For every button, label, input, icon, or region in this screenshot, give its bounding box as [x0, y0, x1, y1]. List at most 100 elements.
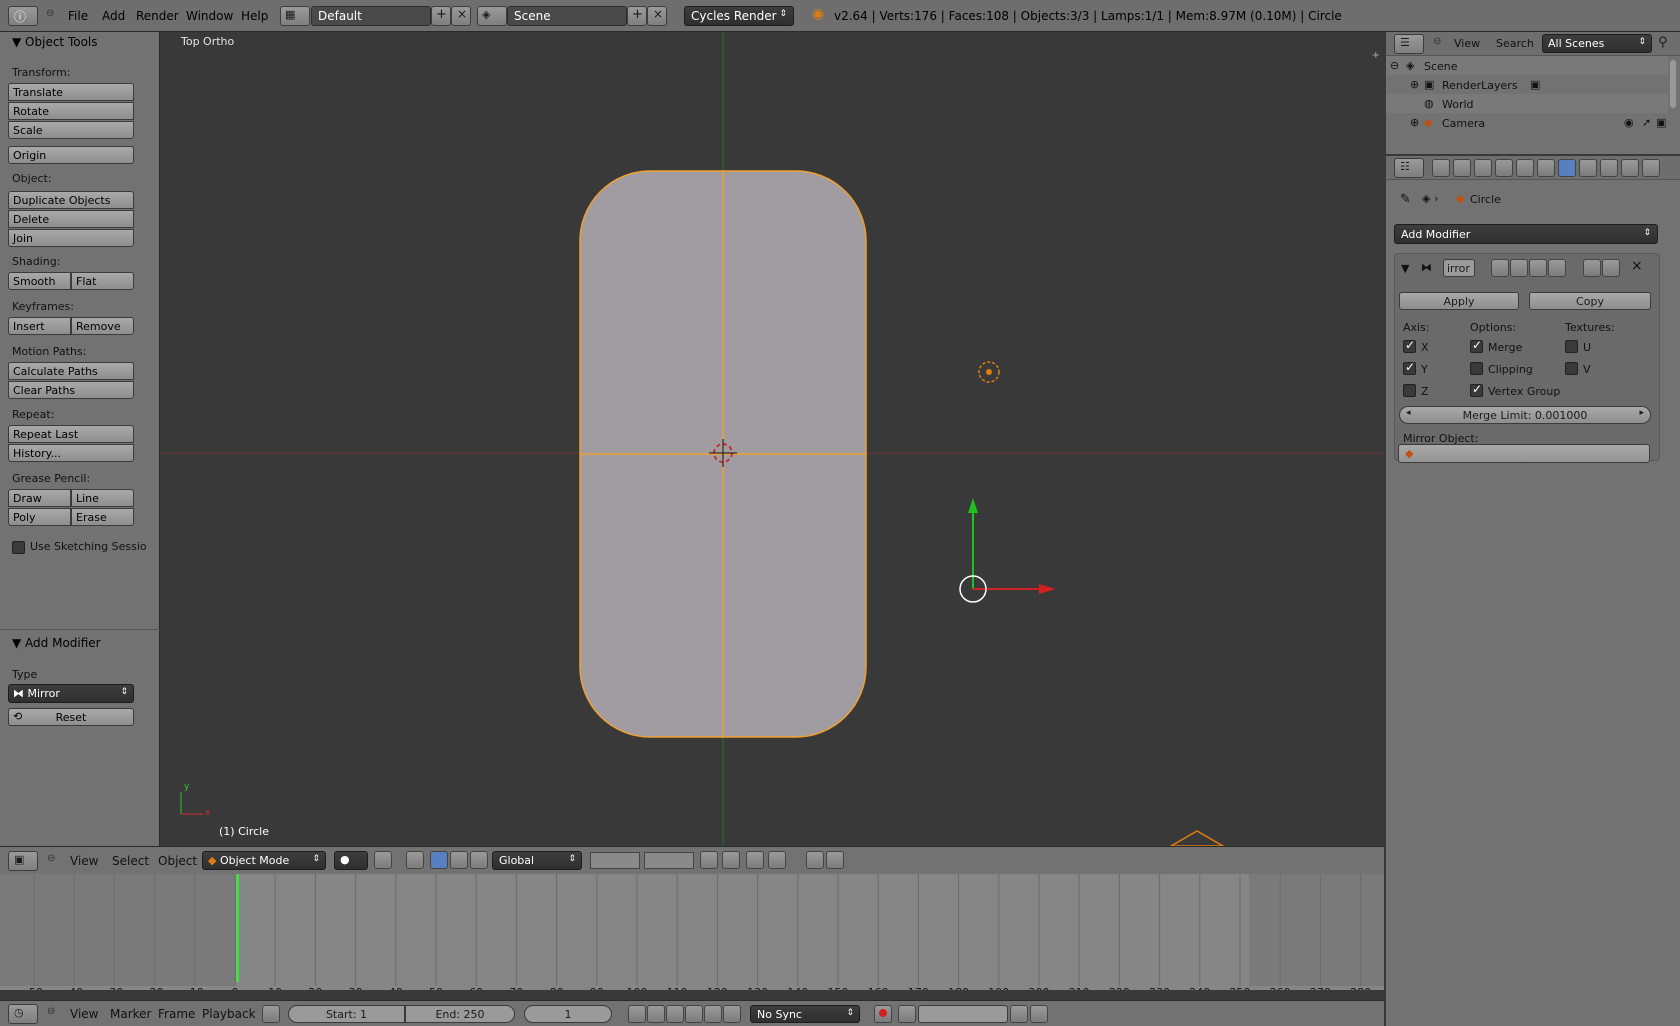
current-frame-field[interactable]: 1 [524, 1005, 612, 1023]
menu-help[interactable]: Help [241, 9, 268, 23]
timeline-editor-type-button[interactable]: ◷ [8, 1004, 38, 1024]
selectable-cursor-icon[interactable]: ➚ [1642, 116, 1651, 129]
menu-render[interactable]: Render [136, 9, 179, 23]
translate-manip-icon[interactable] [430, 851, 448, 869]
layers-grid-2[interactable] [644, 852, 694, 869]
play-reverse-icon[interactable] [666, 1005, 684, 1023]
manipulator-toggle-icon[interactable] [406, 851, 424, 869]
menu-add[interactable]: Add [102, 9, 125, 23]
delete-scene-button[interactable]: × [647, 6, 667, 26]
editmode-toggle-icon[interactable] [1529, 259, 1547, 277]
start-frame-field[interactable]: Start: 1 [288, 1005, 405, 1023]
record-icon[interactable] [874, 1005, 892, 1023]
rotate-manip-icon[interactable] [450, 851, 468, 869]
duplicate-objects-button[interactable]: Duplicate Objects [8, 191, 134, 209]
translate-button[interactable]: Translate [8, 83, 134, 101]
menu-window[interactable]: Window [186, 9, 233, 23]
outliner-view-menu[interactable]: View [1454, 37, 1480, 50]
move-down-icon[interactable] [1602, 259, 1620, 277]
layout-name-field[interactable]: Default [311, 6, 431, 26]
lock-layers-icon[interactable] [700, 851, 718, 869]
shading-select[interactable]: ● [334, 851, 368, 870]
viewport-toggle-icon[interactable] [1510, 259, 1528, 277]
add-modifier-panel-header[interactable]: ▼ Add Modifier [12, 636, 101, 650]
axis-z-checkbox[interactable] [1403, 384, 1416, 397]
data-tab-icon[interactable] [1579, 159, 1597, 177]
expand-icon[interactable]: ⊕ [1410, 78, 1419, 91]
remove-modifier-close-icon[interactable]: × [1631, 258, 1643, 274]
scale-manip-icon[interactable] [470, 851, 488, 869]
remove-keyframe-button[interactable]: Remove [71, 317, 134, 335]
render-anim-icon[interactable] [826, 851, 844, 869]
expand-icon[interactable]: ⊖ [1390, 59, 1399, 72]
origin-button[interactable]: Origin [8, 146, 134, 164]
render-tab-icon[interactable] [1432, 159, 1450, 177]
outliner-editor-type-button[interactable]: ☰ [1394, 34, 1424, 54]
keying-set-icon[interactable] [898, 1005, 916, 1023]
object-tools-panel-header[interactable]: ▼ Object Tools [12, 35, 98, 49]
repeat-last-button[interactable]: Repeat Last [8, 425, 134, 443]
sync-mode-select[interactable]: No Sync ⇕ [750, 1005, 860, 1023]
pivot-icon[interactable] [374, 851, 392, 869]
snap-toggle-icon[interactable] [746, 851, 764, 869]
add-modifier-select[interactable]: Add Modifier ⇕ [1394, 224, 1658, 244]
history-button[interactable]: History... [8, 444, 134, 462]
axis-x-checkbox[interactable] [1403, 338, 1416, 353]
scene-name-field[interactable]: Scene [507, 6, 627, 26]
jump-start-icon[interactable] [628, 1005, 646, 1023]
end-frame-field[interactable]: End: 250 [405, 1005, 515, 1023]
clear-paths-button[interactable]: Clear Paths [8, 381, 134, 399]
layout-browse-button[interactable]: ▦ [280, 6, 310, 26]
join-button[interactable]: Join [8, 229, 134, 247]
render-toggle-icon[interactable] [1491, 259, 1509, 277]
delete-button[interactable]: Delete [8, 210, 134, 228]
outliner-scrollbar[interactable] [1670, 60, 1676, 108]
select-menu[interactable]: Select [112, 854, 149, 868]
calculate-paths-button[interactable]: Calculate Paths [8, 362, 134, 380]
orientation-select[interactable]: Global ⇕ [492, 851, 582, 870]
delete-layout-button[interactable]: × [451, 6, 471, 26]
display-mode-select[interactable]: All Scenes ⇕ [1542, 34, 1652, 53]
proportional-edit-icon[interactable] [722, 851, 740, 869]
object-menu[interactable]: Object [158, 854, 197, 868]
snap-element-icon[interactable] [768, 851, 786, 869]
smooth-button[interactable]: Smooth [8, 272, 71, 290]
search-icon[interactable]: ⚲ [1658, 35, 1668, 50]
outliner-row[interactable]: ⊖ ◈ Scene [1386, 56, 1668, 75]
poly-button[interactable]: Poly [8, 508, 71, 526]
current-frame-indicator[interactable] [236, 874, 239, 982]
object-tab-icon[interactable] [1516, 159, 1534, 177]
modifiers-tab-icon[interactable] [1558, 159, 1576, 177]
material-tab-icon[interactable] [1600, 159, 1618, 177]
scene-browse-button[interactable]: ◈ [477, 6, 507, 26]
collapse-menu-icon[interactable]: ⊖ [46, 8, 54, 19]
reset-button[interactable]: ⟲ Reset [8, 708, 134, 726]
tl-playback-menu[interactable]: Playback [202, 1007, 256, 1021]
use-sketching-checkbox[interactable] [12, 541, 25, 554]
3d-viewport[interactable]: Top Ortho y x (1) Circle + [161, 32, 1384, 846]
modifier-type-select[interactable]: ⧓ Mirror ⇕ [8, 684, 134, 703]
collapse-menu-icon[interactable]: ⊖ [47, 853, 55, 864]
properties-editor-type-button[interactable]: ☷ [1394, 158, 1424, 178]
delete-keyframe-icon[interactable] [1030, 1005, 1048, 1023]
tl-marker-menu[interactable]: Marker [110, 1007, 151, 1021]
merge-checkbox[interactable] [1470, 338, 1483, 353]
jump-end-icon[interactable] [723, 1005, 741, 1023]
jump-prev-keyframe-icon[interactable] [647, 1005, 665, 1023]
line-button[interactable]: Line [71, 489, 134, 507]
scale-button[interactable]: Scale [8, 121, 134, 139]
flat-button[interactable]: Flat [71, 272, 134, 290]
texture-v-checkbox[interactable] [1565, 362, 1578, 375]
render-layers-tab-icon[interactable] [1453, 159, 1471, 177]
properties-toggle-icon[interactable]: + [1372, 50, 1380, 61]
cage-toggle-icon[interactable] [1548, 259, 1566, 277]
physics-tab-icon[interactable] [1642, 159, 1660, 177]
rotate-button[interactable]: Rotate [8, 102, 134, 120]
add-scene-button[interactable]: + [627, 6, 647, 26]
renderable-camera-icon[interactable]: ▣ [1656, 116, 1666, 129]
scene-tab-icon[interactable] [1474, 159, 1492, 177]
add-layout-button[interactable]: + [431, 6, 451, 26]
view-menu[interactable]: View [70, 854, 98, 868]
tl-view-menu[interactable]: View [70, 1007, 98, 1021]
outliner-row[interactable]: ◍ World [1386, 94, 1668, 113]
